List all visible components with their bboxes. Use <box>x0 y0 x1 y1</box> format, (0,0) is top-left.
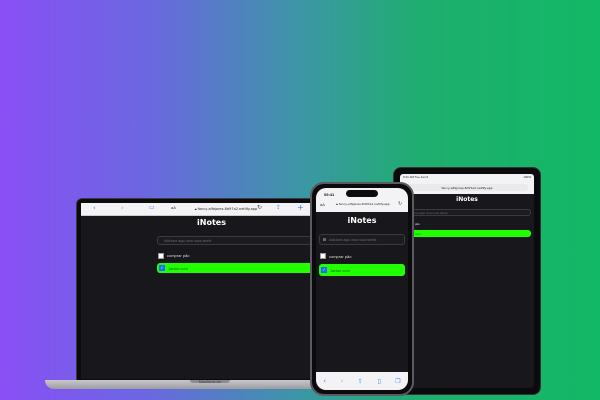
tablet-browser-toolbar: 9:41 AM Tue Jan 9 100% fancy-alfajores-8… <box>400 174 534 194</box>
tablet-new-task-input[interactable]: Adicione aqui uma nova tarefa <box>403 209 531 216</box>
phone-input-marker <box>323 238 326 241</box>
back-icon[interactable]: ‹ <box>93 204 96 212</box>
phone-task-label-done: Jantar com <box>330 267 350 273</box>
lock-icon: 🔒︎ <box>194 207 197 211</box>
tablet-status-left: 9:41 AM Tue Jan 9 <box>403 175 429 179</box>
phone-task-checkbox-checked[interactable] <box>321 267 327 273</box>
phone-share-icon[interactable]: ⇪ <box>358 378 363 385</box>
tablet-status-right: 100% <box>523 175 531 179</box>
laptop-screen: ‹ › ▭ aA 🔒︎ fancy-alfajores-8d97a2.netli… <box>81 203 342 379</box>
phone-bookmarks-icon[interactable]: ▯ <box>377 378 380 385</box>
phone-status-bar: 09:41 aA 🔒︎ fancy-alfajores-8d97a2.netli… <box>316 188 408 212</box>
page-title: iNotes <box>197 218 226 227</box>
tablet-page-title: iNotes <box>456 196 478 203</box>
phone-task-checkbox[interactable] <box>320 253 326 259</box>
phone-page-title: iNotes <box>347 216 377 225</box>
phone-notch <box>346 190 378 197</box>
phone-back-icon[interactable]: ‹ <box>323 377 326 385</box>
forward-icon[interactable]: › <box>121 204 124 212</box>
new-tab-icon[interactable]: + <box>297 203 304 212</box>
reload-icon[interactable]: ↻ <box>257 204 262 211</box>
phone-task-item-done[interactable]: Jantar com <box>319 264 405 276</box>
laptop-browser-toolbar: ‹ › ▭ aA 🔒︎ fancy-alfajores-8d97a2.netli… <box>81 203 342 216</box>
new-task-placeholder: Adicione aqui uma nova tarefa <box>164 238 212 243</box>
address-text: fancy-alfajores-8d97a2.netlify.app <box>197 207 258 211</box>
device-mockup-scene: { "app": { "title": "iNotes", "url": "fa… <box>0 0 600 400</box>
reader-button[interactable]: aA <box>171 205 176 210</box>
phone-forward-icon[interactable]: › <box>341 377 344 385</box>
phone: 09:41 aA 🔒︎ fancy-alfajores-8d97a2.netli… <box>310 182 414 396</box>
task-label: Jantar com <box>168 265 188 271</box>
laptop-brand-label: MacBook Air <box>198 379 222 384</box>
task-checkbox-checked[interactable] <box>159 265 165 271</box>
share-icon[interactable]: ⇪ <box>276 204 281 211</box>
sidebar-icon[interactable]: ▭ <box>149 204 155 211</box>
phone-task-label: comprar pão <box>329 253 352 259</box>
tablet: 9:41 AM Tue Jan 9 100% fancy-alfajores-8… <box>393 167 541 395</box>
tablet-task-item-done[interactable]: Jantar com <box>403 230 531 237</box>
phone-screen: 09:41 aA 🔒︎ fancy-alfajores-8d97a2.netli… <box>316 188 408 390</box>
tablet-address-bar[interactable]: fancy-alfajores-8d97a2.netlify.app <box>406 184 528 191</box>
phone-reload-icon[interactable]: ↻ <box>398 201 402 207</box>
phone-status-time: 09:41 <box>324 192 335 197</box>
phone-address-text: fancy-alfajores-8d97a2.netlify.app <box>338 202 390 206</box>
phone-address-bar[interactable]: 🔒︎ fancy-alfajores-8d97a2.netlify.app <box>330 200 396 208</box>
tablet-task-item[interactable]: comprar pão <box>403 220 531 227</box>
phone-reader-button[interactable]: aA <box>320 202 325 207</box>
task-checkbox[interactable] <box>158 252 164 259</box>
phone-new-task-placeholder: Adicione aqui uma nova tarefa <box>329 237 377 242</box>
phone-new-task-input[interactable]: Adicione aqui uma nova tarefa <box>319 234 405 245</box>
phone-task-item[interactable]: comprar pão <box>319 251 405 261</box>
tablet-screen: 9:41 AM Tue Jan 9 100% fancy-alfajores-8… <box>400 174 534 388</box>
tablet-address-text: fancy-alfajores-8d97a2.netlify.app <box>441 185 493 190</box>
phone-tabs-icon[interactable]: ❐ <box>395 378 400 385</box>
task-label: comprar pão <box>167 253 190 258</box>
phone-lock-icon: 🔒︎ <box>336 202 338 206</box>
phone-bottom-toolbar: ‹ › ⇪ ▯ ❐ <box>316 372 408 390</box>
